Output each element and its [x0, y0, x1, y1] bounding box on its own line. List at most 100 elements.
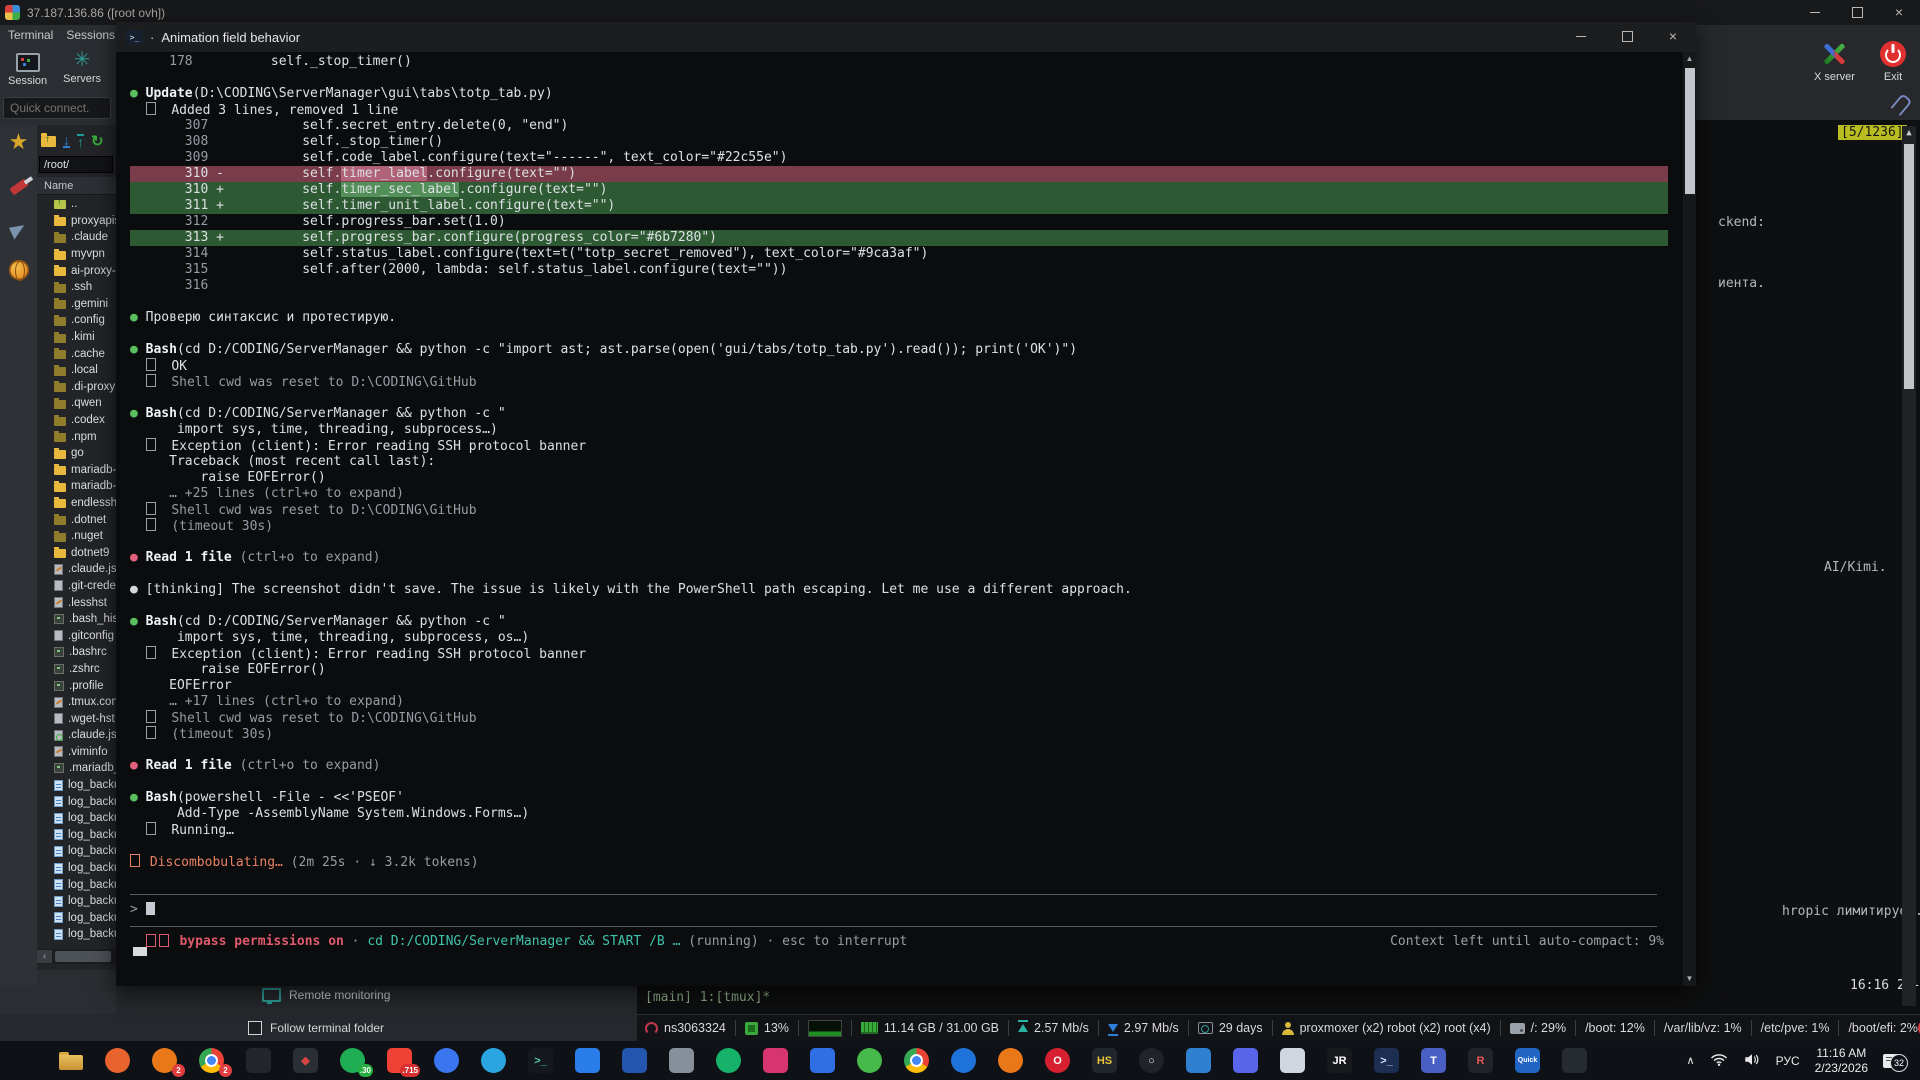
tools-tab[interactable] [0, 175, 37, 191]
file-item[interactable]: .. [37, 196, 116, 213]
taskbar-app-edge[interactable] [940, 1041, 987, 1080]
file-item[interactable]: .bashrc [37, 644, 116, 661]
taskbar-app-start[interactable] [0, 1041, 47, 1080]
file-item[interactable]: .gemini [37, 296, 116, 313]
network-tab[interactable] [0, 260, 37, 280]
file-item[interactable]: go [37, 445, 116, 462]
file-item[interactable]: log_backu [37, 843, 116, 860]
terminal-body[interactable]: 178 self._stop_timer()● Update(D:\CODING… [116, 52, 1683, 986]
taskbar-app-r-app[interactable]: R [1457, 1041, 1504, 1080]
file-list-hscrollbar[interactable]: ‹ [37, 949, 116, 964]
file-item[interactable]: ai-proxy- [37, 262, 116, 279]
taskbar-app-magenta-app[interactable] [752, 1041, 799, 1080]
path-field[interactable]: /root/ [39, 156, 113, 173]
taskbar-app-chrome-profile[interactable]: 2 [188, 1041, 235, 1080]
file-item[interactable]: .di-proxy [37, 379, 116, 396]
remote-monitoring[interactable]: Remote monitoring [262, 988, 390, 1002]
taskbar-app-dark-app-2[interactable] [1551, 1041, 1598, 1080]
file-item[interactable]: .mariadb_ [37, 760, 116, 777]
taskbar-app-powershell[interactable]: >_ [1363, 1041, 1410, 1080]
close-button[interactable]: × [1878, 0, 1920, 24]
file-item[interactable]: .kimi [37, 329, 116, 346]
file-item[interactable]: proxyapis [37, 213, 116, 230]
taskbar-app-dark-app-1[interactable] [235, 1041, 282, 1080]
file-item[interactable]: .profile [37, 677, 116, 694]
file-item[interactable]: log_backu [37, 860, 116, 877]
file-item[interactable]: endlessh [37, 495, 116, 512]
taskbar-app-file-explorer[interactable] [47, 1041, 94, 1080]
file-item[interactable]: .nuget [37, 528, 116, 545]
taskbar-app-teams[interactable]: T [1410, 1041, 1457, 1080]
file-item[interactable]: myvpn [37, 246, 116, 263]
file-item[interactable]: log_backu [37, 876, 116, 893]
file-item[interactable]: .viminfo [37, 744, 116, 761]
terminal-scroll-thumb[interactable] [1685, 68, 1695, 194]
servers-button[interactable]: ✳ Servers [63, 50, 101, 87]
scroll-left-icon[interactable]: ‹ [37, 950, 52, 963]
refresh-icon[interactable]: ↻ [91, 132, 104, 150]
quick-connect-input[interactable] [4, 98, 116, 118]
upload-icon[interactable]: ↑ [77, 134, 84, 148]
file-item[interactable]: log_backu [37, 793, 116, 810]
hscroll-thumb[interactable] [55, 951, 111, 962]
file-item[interactable]: .zshrc [37, 661, 116, 678]
file-item[interactable]: .wget-hst [37, 710, 116, 727]
maximize-button[interactable] [1836, 0, 1878, 24]
taskbar-app-blue-app[interactable] [611, 1041, 658, 1080]
file-item[interactable]: .claude.js [37, 561, 116, 578]
folder-up-icon[interactable] [41, 136, 56, 147]
terminal-minimize-button[interactable] [1558, 22, 1604, 50]
file-item[interactable]: .local [37, 362, 116, 379]
taskbar-app-green-app[interactable] [846, 1041, 893, 1080]
taskbar-app-whatsapp[interactable]: .30 [329, 1041, 376, 1080]
favorites-tab[interactable]: ★ [0, 131, 37, 153]
file-item[interactable]: .bash_his [37, 611, 116, 628]
taskbar-app-terminal-app[interactable]: >_ [517, 1041, 564, 1080]
bgterm-scroll-thumb[interactable] [1904, 144, 1914, 389]
terminal-maximize-button[interactable] [1604, 22, 1650, 50]
paperclip-icon[interactable] [1890, 93, 1912, 116]
session-button[interactable]: Session [8, 50, 47, 87]
file-item[interactable]: .qwen [37, 395, 116, 412]
scroll-up-icon[interactable]: ▲ [1902, 126, 1916, 140]
taskbar-app-gray-app[interactable] [658, 1041, 705, 1080]
terminal-close-button[interactable]: × [1650, 22, 1696, 50]
file-item[interactable]: log_backu [37, 910, 116, 927]
taskbar-app-signal[interactable] [423, 1041, 470, 1080]
file-item[interactable]: .dotnet [37, 511, 116, 528]
language-indicator[interactable]: РУС [1776, 1054, 1800, 1068]
minimize-button[interactable] [1794, 0, 1836, 24]
file-item[interactable]: .codex [37, 412, 116, 429]
taskbar-app-obs[interactable]: ○ [1128, 1041, 1175, 1080]
file-item[interactable]: .lesshst [37, 594, 116, 611]
taskbar-app-opera[interactable]: O [1034, 1041, 1081, 1080]
exit-button[interactable]: Exit [1880, 41, 1906, 83]
taskbar-app-dev-app[interactable]: ◆ [282, 1041, 329, 1080]
taskbar-app-vscode[interactable] [564, 1041, 611, 1080]
taskbar-app-light-app[interactable] [1269, 1041, 1316, 1080]
file-item[interactable]: .cache [37, 345, 116, 362]
file-item[interactable]: mariadb-c [37, 478, 116, 495]
file-item[interactable]: .claude.js [37, 727, 116, 744]
scroll-up-icon[interactable]: ▲ [1683, 52, 1696, 66]
taskbar-app-quick-app[interactable]: Quick [1504, 1041, 1551, 1080]
taskbar-clock[interactable]: 11:16 AM 2/23/2026 [1815, 1046, 1868, 1076]
tray-chevron-icon[interactable]: ∧ [1687, 1054, 1695, 1067]
taskbar-app-anydesk[interactable]: .715 [376, 1041, 423, 1080]
taskbar-app-phone-app[interactable] [705, 1041, 752, 1080]
checkbox-icon[interactable] [248, 1021, 262, 1035]
file-item[interactable]: .config [37, 312, 116, 329]
wifi-icon[interactable] [1710, 1052, 1728, 1070]
taskbar-app-hs-app[interactable]: HS [1081, 1041, 1128, 1080]
file-item[interactable]: .npm [37, 428, 116, 445]
notification-center[interactable]: 32 [1883, 1054, 1900, 1068]
file-item[interactable]: log_backu [37, 893, 116, 910]
taskbar-app-jetbrains[interactable]: JR [1316, 1041, 1363, 1080]
follow-terminal-folder[interactable]: Follow terminal folder [248, 1021, 384, 1035]
taskbar-app-rustdesk[interactable] [799, 1041, 846, 1080]
download-icon[interactable]: ↓ [63, 134, 70, 148]
taskbar-app-telegram[interactable] [470, 1041, 517, 1080]
taskbar-app-brave[interactable] [94, 1041, 141, 1080]
file-item[interactable]: log_backu [37, 827, 116, 844]
file-item[interactable]: log_backu [37, 810, 116, 827]
